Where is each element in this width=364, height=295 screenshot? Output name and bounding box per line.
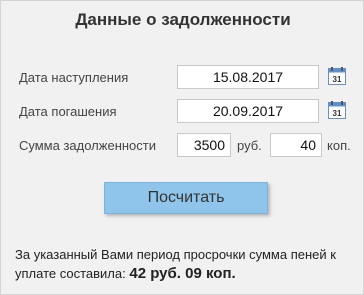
page-title: Данные о задолженности [75, 10, 291, 29]
kop-amount-input[interactable]: 40 [270, 133, 322, 157]
pay-date-label: Дата погашения [19, 104, 117, 119]
rub-amount-input[interactable]: 3500 [177, 133, 231, 157]
result-sum: 42 руб. 09 коп. [129, 265, 236, 282]
calculate-button[interactable]: Посчитать [104, 182, 268, 214]
calendar-icon[interactable]: 31 [328, 101, 346, 119]
calendar-icon[interactable]: 31 [328, 67, 346, 85]
svg-text:31: 31 [333, 109, 342, 118]
start-date-label: Дата наступления [19, 70, 129, 85]
debt-amount-label: Сумма задолженности [19, 138, 156, 153]
start-date-input[interactable]: 15.08.2017 [177, 65, 319, 89]
svg-text:31: 31 [333, 75, 342, 84]
result-text: За указанный Вами период просрочки сумма… [15, 245, 360, 283]
pay-date-input[interactable]: 20.09.2017 [177, 99, 319, 123]
debt-calculator-panel: Данные о задолженности Дата наступления … [0, 0, 364, 295]
kop-unit: коп. [327, 138, 351, 153]
rub-unit: руб. [237, 138, 262, 153]
